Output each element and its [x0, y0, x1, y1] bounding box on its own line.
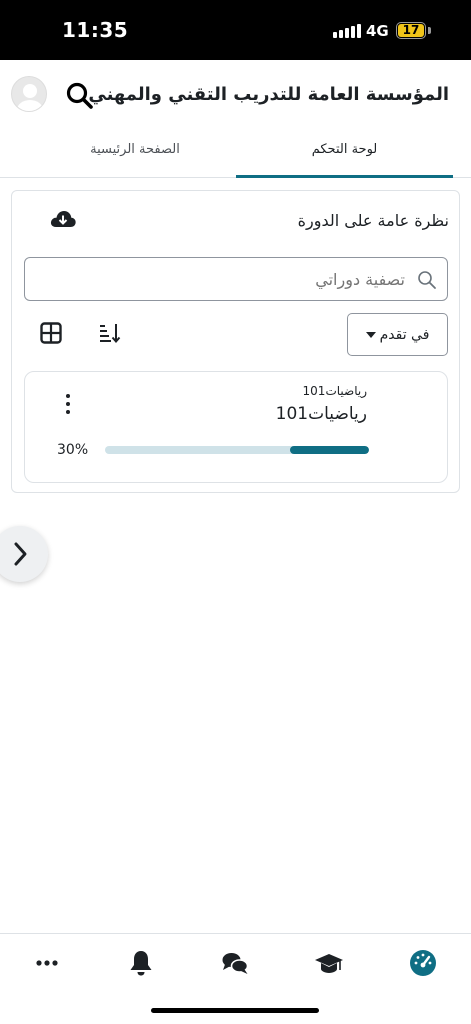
- tab-home[interactable]: الصفحة الرئيسية: [30, 142, 240, 157]
- nav-my-courses[interactable]: [314, 948, 344, 978]
- app-header: المؤسسة العامة للتدريب التقني والمهني: [0, 60, 471, 130]
- course-progress-fill: [289, 446, 369, 454]
- battery-nub: [428, 27, 431, 34]
- download-button[interactable]: [49, 207, 77, 231]
- course-overview-card: نظرة عامة على الدورة في تقدم: [11, 190, 460, 493]
- tab-bar: لوحة التحكم الصفحة الرئيسية: [0, 130, 471, 178]
- bottom-nav: [0, 933, 471, 993]
- battery-level: 17: [398, 24, 424, 37]
- course-actions-button[interactable]: [61, 394, 75, 420]
- nav-more[interactable]: [32, 948, 62, 978]
- chevron-right-icon: [14, 542, 27, 566]
- status-filter-dropdown[interactable]: في تقدم: [347, 313, 448, 356]
- cloud-download-icon: [50, 211, 76, 227]
- home-indicator: [151, 1008, 319, 1013]
- status-filter-label: في تقدم: [379, 326, 430, 343]
- tab-dashboard[interactable]: لوحة التحكم: [236, 142, 453, 157]
- status-bar: 11:35 4G 17: [0, 0, 471, 60]
- status-time: 11:35: [62, 18, 129, 42]
- nav-notifications[interactable]: [126, 948, 156, 978]
- nav-messages[interactable]: [220, 948, 250, 978]
- signal-icon: [333, 24, 361, 38]
- sort-icon: [100, 324, 121, 344]
- view-toggle-button[interactable]: [40, 322, 62, 344]
- network-label: 4G: [366, 22, 389, 40]
- battery-icon: 17: [396, 22, 426, 39]
- active-tab-indicator: [236, 175, 453, 178]
- caret-down-icon: [365, 331, 376, 338]
- dashboard-icon: [410, 950, 436, 976]
- chat-icon: [222, 953, 249, 974]
- grid-view-icon: [40, 322, 62, 344]
- nav-dashboard[interactable]: [408, 948, 438, 978]
- course-card[interactable]: رياضيات101 رياضيات101 30%: [24, 371, 448, 483]
- graduation-cap-icon: [315, 954, 343, 973]
- course-overview-title: نظرة عامة على الدورة: [297, 211, 449, 230]
- search-icon: [66, 82, 93, 109]
- search-icon: [418, 271, 436, 289]
- user-icon: [17, 84, 43, 111]
- course-filter-input[interactable]: [45, 258, 405, 300]
- course-progress-bar: [105, 446, 369, 454]
- drawer-toggle-button[interactable]: [0, 526, 48, 582]
- bell-icon: [130, 951, 152, 976]
- sort-button[interactable]: [97, 321, 121, 345]
- course-filter-field[interactable]: [24, 257, 448, 301]
- course-name[interactable]: رياضيات101: [276, 404, 367, 424]
- course-progress-label: 30%: [57, 442, 89, 458]
- site-title: المؤسسة العامة للتدريب التقني والمهني: [88, 84, 449, 105]
- avatar[interactable]: [11, 76, 47, 112]
- search-button[interactable]: [64, 80, 96, 112]
- more-horizontal-icon: [36, 960, 58, 966]
- course-category: رياضيات101: [302, 384, 367, 398]
